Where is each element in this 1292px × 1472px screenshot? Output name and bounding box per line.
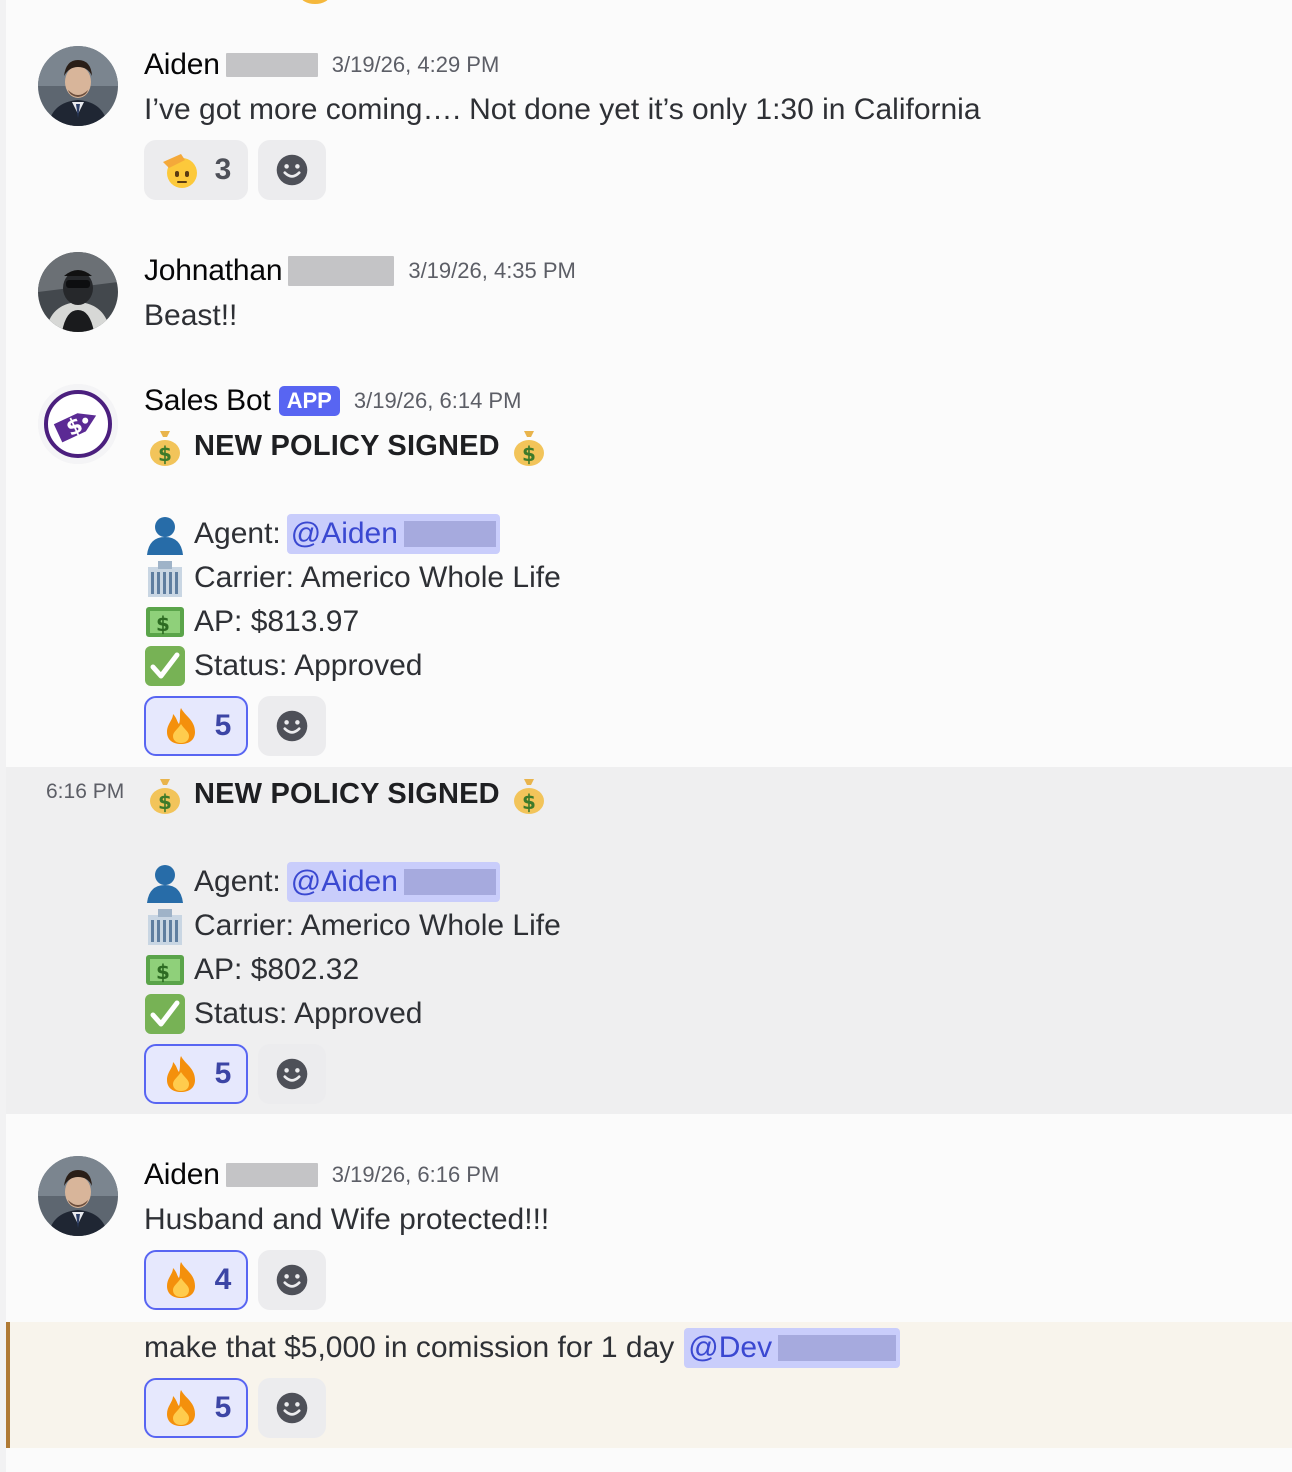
dollar-banknote-icon: $ — [144, 601, 186, 643]
ap-text: AP: $813.97 — [194, 605, 360, 638]
message-text: Beast!! — [144, 299, 238, 332]
author-name[interactable]: Aiden — [144, 1158, 220, 1192]
smiley-add-icon — [276, 154, 308, 186]
message-text: Husband and Wife protected!!! — [144, 1203, 550, 1236]
reaction-fire[interactable]: 4 — [144, 1250, 248, 1310]
reaction-count: 5 — [214, 1057, 232, 1090]
smiley-add-icon — [276, 1058, 308, 1090]
add-reaction-button[interactable] — [258, 1378, 326, 1438]
timestamp[interactable]: 3/19/26, 6:16 PM — [332, 1162, 500, 1188]
author-name[interactable]: Johnathan — [144, 254, 283, 288]
author-name[interactable]: Aiden — [144, 48, 220, 82]
check-mark-button-icon — [144, 993, 186, 1035]
svg-text:$: $ — [522, 442, 536, 466]
fire-icon — [161, 706, 201, 746]
message-content: Beast!! — [144, 294, 237, 338]
smiley-add-icon — [276, 1264, 308, 1296]
money-bag-icon: $ — [508, 425, 550, 467]
policy-title: NEW POLICY SIGNED — [194, 778, 500, 810]
agent-label: Agent: — [194, 517, 281, 550]
ap-text: AP: $802.32 — [194, 953, 360, 986]
message-header: Sales Bot APP 3/19/26, 6:14 PM — [144, 384, 521, 418]
reaction-saluting[interactable]: 3 — [144, 140, 248, 200]
avatar-sales-bot[interactable]: $ — [38, 384, 118, 464]
add-reaction-button[interactable] — [258, 1250, 326, 1310]
reaction-count: 5 — [214, 1391, 232, 1424]
smiley-add-icon — [276, 710, 308, 742]
message-header: Aiden 3/19/26, 6:16 PM — [144, 1158, 499, 1192]
reactions: 5 — [144, 696, 326, 756]
avatar-aiden[interactable] — [38, 46, 118, 126]
smiley-add-icon — [276, 1392, 308, 1424]
reactions: 5 — [144, 1044, 326, 1104]
reaction-fire[interactable]: 5 — [144, 1378, 248, 1438]
bust-silhouette-icon — [144, 513, 186, 555]
status-text: Status: Approved — [194, 649, 423, 682]
reaction-count: 5 — [214, 709, 232, 742]
message-text: I’ve got more coming…. Not done yet it’s… — [144, 93, 981, 126]
user-mention[interactable]: @Dev — [684, 1328, 901, 1368]
bust-silhouette-icon — [144, 861, 186, 903]
message-content: $ NEW POLICY SIGNED $ Agent: @Aiden Carr… — [144, 424, 561, 688]
hover-timestamp[interactable]: 6:16 PM — [46, 780, 124, 804]
money-bag-icon: $ — [144, 773, 186, 815]
svg-text:$: $ — [522, 790, 536, 814]
avatar-aiden[interactable] — [38, 1156, 118, 1236]
partial-emoji-top — [300, 0, 330, 4]
message-content: $ NEW POLICY SIGNED $ Agent: @Aiden Carr… — [144, 772, 561, 1036]
money-bag-icon: $ — [508, 773, 550, 815]
timestamp[interactable]: 3/19/26, 4:29 PM — [332, 52, 500, 78]
reactions: 4 — [144, 1250, 326, 1310]
app-badge: APP — [278, 386, 340, 416]
message-content: make that $5,000 in comission for 1 day … — [144, 1326, 901, 1370]
reaction-fire[interactable]: 5 — [144, 696, 248, 756]
agent-mention[interactable]: @Aiden — [286, 514, 500, 554]
author-name[interactable]: Sales Bot — [144, 384, 271, 418]
reaction-count: 3 — [214, 153, 232, 186]
message-content: I’ve got more coming…. Not done yet it’s… — [144, 88, 981, 132]
money-bag-icon: $ — [144, 425, 186, 467]
message-text: make that $5,000 in comission for 1 day — [144, 1331, 675, 1364]
agent-label: Agent: — [194, 865, 281, 898]
left-rail — [0, 0, 6, 1472]
reactions: 3 — [144, 140, 326, 200]
message-header: Johnathan 3/19/26, 4:35 PM — [144, 254, 576, 288]
policy-title: NEW POLICY SIGNED — [194, 430, 500, 462]
avatar-johnathan[interactable] — [38, 252, 118, 332]
office-building-icon — [144, 905, 186, 947]
timestamp[interactable]: 3/19/26, 6:14 PM — [354, 388, 522, 414]
add-reaction-button[interactable] — [258, 140, 326, 200]
svg-text:$: $ — [158, 442, 172, 466]
agent-mention[interactable]: @Aiden — [286, 862, 500, 902]
redacted-name — [225, 1163, 318, 1187]
fire-icon — [161, 1388, 201, 1428]
message-header: Aiden 3/19/26, 4:29 PM — [144, 48, 499, 82]
svg-text:$: $ — [156, 960, 170, 984]
dollar-banknote-icon: $ — [144, 949, 186, 991]
reaction-count: 4 — [214, 1263, 232, 1296]
saluting-face-icon — [161, 150, 201, 190]
redacted-name — [288, 256, 395, 286]
check-mark-button-icon — [144, 645, 186, 687]
carrier-text: Carrier: Americo Whole Life — [194, 909, 561, 942]
status-text: Status: Approved — [194, 997, 423, 1030]
svg-text:$: $ — [156, 612, 170, 636]
fire-icon — [161, 1260, 201, 1300]
fire-icon — [161, 1054, 201, 1094]
svg-text:$: $ — [158, 790, 172, 814]
redacted-name — [225, 53, 318, 77]
reactions: 5 — [144, 1378, 326, 1438]
add-reaction-button[interactable] — [258, 696, 326, 756]
office-building-icon — [144, 557, 186, 599]
message-content: Husband and Wife protected!!! — [144, 1198, 549, 1242]
reaction-fire[interactable]: 5 — [144, 1044, 248, 1104]
timestamp[interactable]: 3/19/26, 4:35 PM — [408, 258, 576, 284]
add-reaction-button[interactable] — [258, 1044, 326, 1104]
carrier-text: Carrier: Americo Whole Life — [194, 561, 561, 594]
